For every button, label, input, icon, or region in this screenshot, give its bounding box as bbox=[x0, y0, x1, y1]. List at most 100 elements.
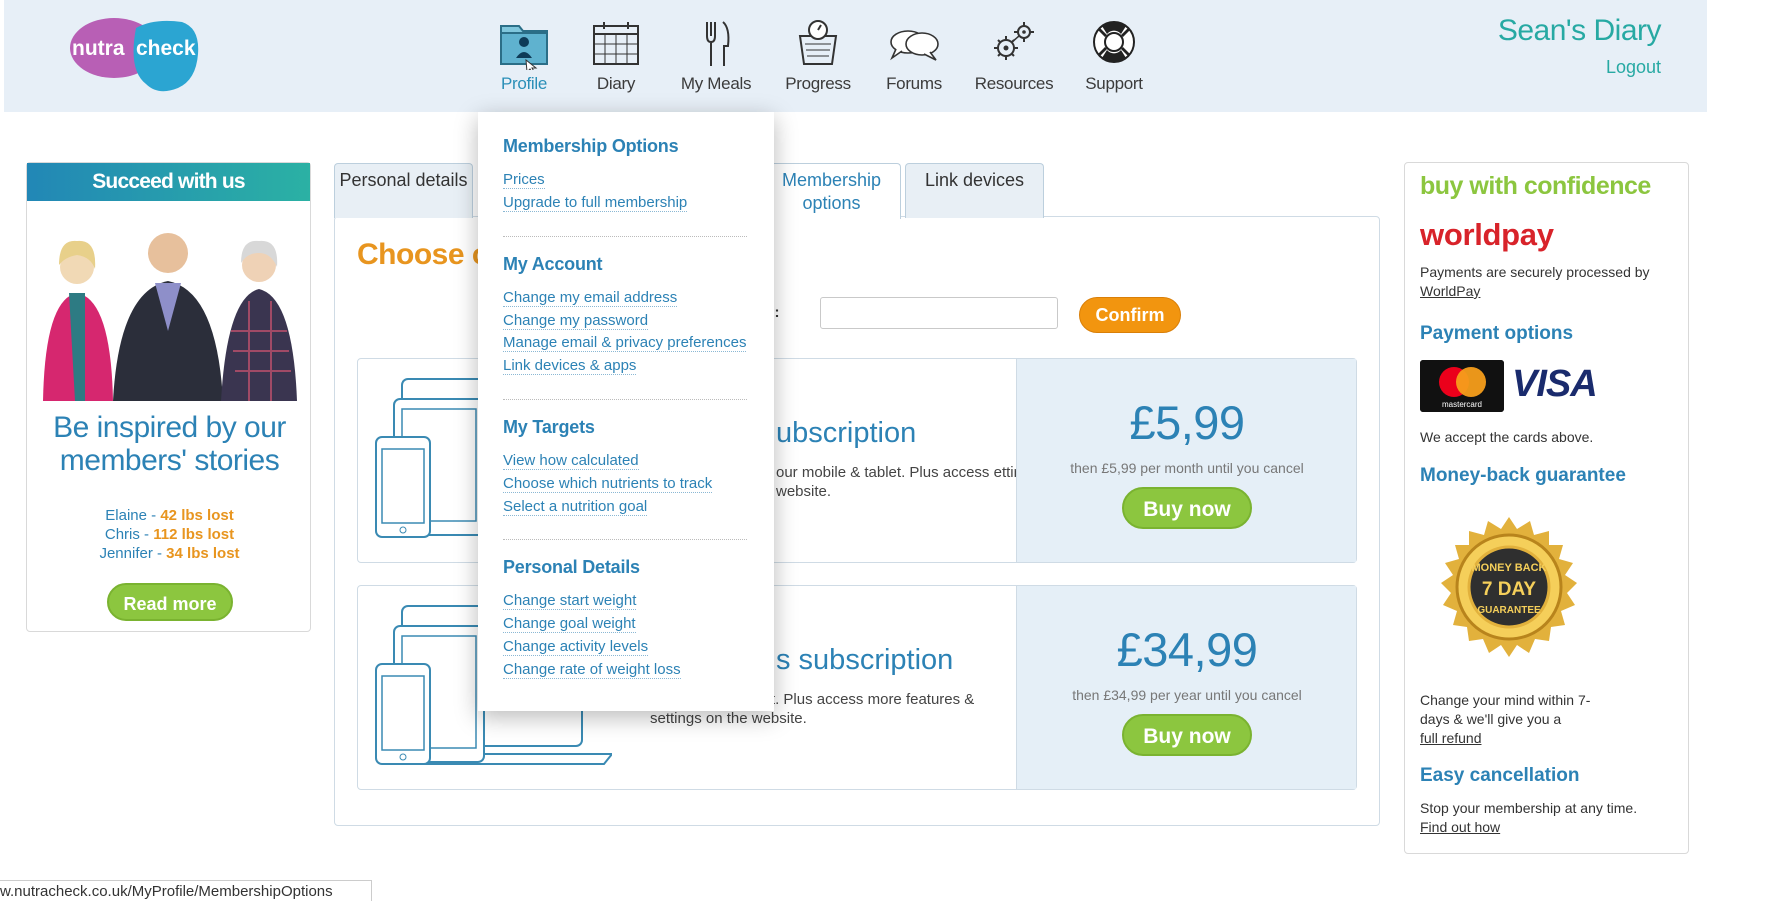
inspired-text: Be inspired by our members' stories bbox=[53, 411, 286, 477]
dropdown-divider bbox=[503, 539, 747, 540]
nav-label-support: Support bbox=[1085, 74, 1143, 93]
seal-top-text: MONEY BACK bbox=[1472, 562, 1547, 574]
story-elaine: Elaine - 42 lbs lost bbox=[105, 507, 234, 524]
dropdown-link-change-email[interactable]: Change my email address bbox=[503, 289, 678, 307]
buy-with-confidence-panel: buy with confidence worldpay Payments ar… bbox=[1404, 162, 1689, 854]
calendar-icon bbox=[593, 22, 639, 65]
speech-bubbles-icon bbox=[890, 30, 939, 61]
nav-diary[interactable]: Diary bbox=[566, 18, 666, 94]
logo-text-check: check bbox=[136, 37, 196, 60]
logo-text-nutra: nutra bbox=[72, 37, 125, 60]
story-name: Elaine bbox=[105, 507, 147, 524]
nav-label-forums: Forums bbox=[886, 74, 942, 93]
dropdown-link-upgrade[interactable]: Upgrade to full membership bbox=[503, 194, 688, 212]
nutracheck-logo[interactable]: nutra check bbox=[66, 14, 202, 94]
dropdown-link-how-calculated[interactable]: View how calculated bbox=[503, 452, 639, 470]
nav-label-progress: Progress bbox=[785, 74, 851, 93]
plan-price-note: then £34,99 per year until you cancel bbox=[1072, 687, 1302, 703]
dropdown-link-nutrients[interactable]: Choose which nutrients to track bbox=[503, 475, 713, 493]
fork-knife-icon bbox=[706, 21, 730, 66]
tab-personal-details[interactable]: Personal details bbox=[334, 163, 473, 218]
member-photos-image bbox=[43, 233, 297, 401]
top-header: nutra check Profile Diary My Meals Progr… bbox=[4, 0, 1707, 112]
confidence-heading: buy with confidence bbox=[1420, 172, 1651, 200]
dropdown-link-activity-levels[interactable]: Change activity levels bbox=[503, 638, 649, 656]
dropdown-link-change-password[interactable]: Change my password bbox=[503, 312, 649, 330]
tab-membership-options[interactable]: Membership options bbox=[762, 163, 901, 219]
dropdown-link-goal-weight[interactable]: Change goal weight bbox=[503, 615, 636, 633]
dropdown-divider bbox=[503, 399, 747, 400]
dropdown-link-weight-loss-rate[interactable]: Change rate of weight loss bbox=[503, 661, 681, 679]
buy-now-button[interactable]: Buy now bbox=[1122, 487, 1252, 529]
choose-plan-title: Choose o bbox=[357, 238, 490, 271]
gears-icon bbox=[994, 22, 1034, 60]
story-jennifer: Jennifer - 34 lbs lost bbox=[99, 545, 240, 562]
nav-my-meals[interactable]: My Meals bbox=[666, 18, 766, 94]
tab-link-devices[interactable]: Link devices bbox=[905, 163, 1044, 218]
refund-text-body: Change your mind within 7-days & we'll g… bbox=[1420, 692, 1591, 727]
cancellation-text: Stop your membership at any time. Find ou… bbox=[1420, 799, 1680, 837]
dropdown-link-nutrition-goal[interactable]: Select a nutrition goal bbox=[503, 498, 648, 516]
money-back-seal-icon: MONEY BACK 7 DAY GUARANTEE bbox=[1441, 517, 1577, 657]
confirm-button[interactable]: Confirm bbox=[1079, 297, 1181, 333]
refund-text: Change your mind within 7-days & we'll g… bbox=[1420, 691, 1600, 748]
story-lost: 112 lbs lost bbox=[153, 526, 235, 543]
dropdown-heading-account: My Account bbox=[503, 254, 603, 274]
payment-options-heading: Payment options bbox=[1420, 323, 1574, 344]
buy-now-button[interactable]: Buy now bbox=[1122, 714, 1252, 756]
scale-icon bbox=[798, 20, 838, 65]
seal-bottom-text: GUARANTEE bbox=[1477, 605, 1541, 616]
promo-code-input[interactable] bbox=[820, 297, 1058, 329]
seal-mid-text: 7 DAY bbox=[1482, 579, 1537, 600]
accept-cards-text: We accept the cards above. bbox=[1420, 429, 1594, 445]
nav-label-my-meals: My Meals bbox=[680, 74, 752, 93]
logout-link[interactable]: Logout bbox=[1606, 57, 1661, 78]
lifebuoy-icon bbox=[1093, 21, 1135, 63]
nav-label-diary: Diary bbox=[596, 74, 636, 93]
nav-support[interactable]: Support bbox=[1064, 18, 1164, 94]
succeed-heading: Succeed with us bbox=[27, 163, 310, 201]
profile-folder-icon bbox=[500, 25, 548, 70]
diary-owner-title: Sean's Diary bbox=[1497, 14, 1662, 47]
dropdown-heading-membership: Membership Options bbox=[503, 136, 679, 156]
dropdown-link-devices[interactable]: Link devices & apps bbox=[503, 357, 637, 375]
profile-dropdown-menu: Membership Options Prices Upgrade to ful… bbox=[478, 112, 774, 711]
price-box: £5,99 then £5,99 per month until you can… bbox=[1016, 359, 1356, 562]
worldpay-link[interactable]: WorldPay bbox=[1420, 283, 1480, 299]
nav-label-profile: Profile bbox=[500, 74, 548, 93]
cancellation-text-body: Stop your membership at any time. bbox=[1420, 800, 1638, 816]
nav-resources[interactable]: Resources bbox=[964, 18, 1064, 94]
story-lost: 42 lbs lost bbox=[160, 507, 234, 524]
plan-price: £5,99 bbox=[1129, 396, 1245, 449]
browser-status-bar: w.nutracheck.co.uk/MyProfile/MembershipO… bbox=[0, 880, 372, 901]
dropdown-heading-personal: Personal Details bbox=[503, 557, 640, 577]
nav-forums[interactable]: Forums bbox=[864, 18, 964, 94]
easy-cancellation-heading: Easy cancellation bbox=[1420, 765, 1580, 786]
nav-profile[interactable]: Profile bbox=[474, 18, 574, 94]
plan-title: ubscription bbox=[776, 417, 917, 449]
mastercard-label: mastercard bbox=[1442, 400, 1482, 409]
plan-title: s subscription bbox=[776, 644, 954, 676]
mastercard-logo: mastercard bbox=[1420, 360, 1504, 412]
story-name: Jennifer bbox=[99, 545, 153, 562]
secure-text: Payments are securely processed by WorldP… bbox=[1420, 263, 1680, 301]
story-lost: 34 lbs lost bbox=[166, 545, 240, 562]
dropdown-link-start-weight[interactable]: Change start weight bbox=[503, 592, 637, 610]
plan-price-note: then £5,99 per month until you cancel bbox=[1070, 460, 1304, 476]
dropdown-heading-targets: My Targets bbox=[503, 417, 595, 437]
full-refund-link[interactable]: full refund bbox=[1420, 730, 1481, 746]
dropdown-link-prices[interactable]: Prices bbox=[503, 171, 545, 189]
read-more-button[interactable]: Read more bbox=[107, 583, 233, 621]
dropdown-divider bbox=[503, 236, 747, 237]
story-chris: Chris - 112 lbs lost bbox=[104, 526, 235, 543]
price-box: £34,99 then £34,99 per year until you ca… bbox=[1016, 586, 1356, 789]
worldpay-logo: worldpay bbox=[1420, 217, 1554, 252]
story-name: Chris bbox=[104, 526, 140, 543]
nav-label-resources: Resources bbox=[974, 74, 1054, 93]
dropdown-link-privacy[interactable]: Manage email & privacy preferences bbox=[503, 334, 747, 352]
nav-progress[interactable]: Progress bbox=[768, 18, 868, 94]
plan-price: £34,99 bbox=[1116, 623, 1258, 676]
secure-text-body: Payments are securely processed by bbox=[1420, 264, 1650, 280]
find-out-how-link[interactable]: Find out how bbox=[1420, 819, 1500, 835]
succeed-with-us-panel: Succeed with us Be inspired by our membe… bbox=[26, 162, 311, 632]
